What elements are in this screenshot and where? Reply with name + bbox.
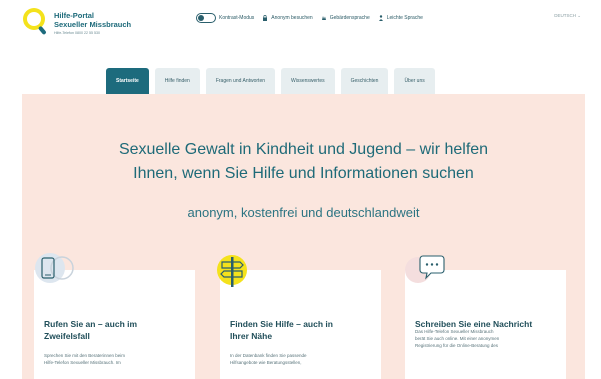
card-title: Rufen Sie an – auch im Zweifelsfall [44, 318, 185, 342]
sign-language-label: Gebärdensprache [329, 15, 370, 21]
card-text: Das Hilfe-Telefon Sexueller Missbrauch b… [415, 328, 556, 349]
hero-title-line1: Sexuelle Gewalt in Kindheit und Jugend –… [118, 141, 489, 158]
main-nav-tabs: Startseite Hilfe finden Fragen und Antwo… [106, 68, 435, 94]
hand-icon [321, 16, 326, 20]
hero-title: Sexuelle Gewalt in Kindheit und Jugend –… [22, 138, 585, 186]
chat-icon [405, 255, 445, 283]
easy-language-label: Leichte Sprache [386, 15, 423, 21]
card-title-line1: Finden Sie Hilfe – auch in [230, 319, 333, 329]
person-icon [378, 15, 383, 21]
phone-icon [35, 253, 74, 283]
card-text: Sprechen Sie mit den Beraterinnen beim H… [44, 352, 185, 366]
logo-title-line2: Sexueller Missbrauch [54, 20, 132, 29]
card-text-line1: Das Hilfe-Telefon Sexueller Missbrauch [415, 329, 494, 334]
toggle-switch-icon[interactable] [196, 13, 216, 23]
tab-ueber-uns[interactable]: Über uns [394, 68, 435, 94]
sign-language-link[interactable]: Gebärdensprache [321, 15, 370, 21]
anonymous-link[interactable]: Anonym besuchen [262, 15, 313, 21]
card-text-line1: In der Datenbank finden Sie passende [230, 353, 307, 358]
card-text: In der Datenbank finden Sie passende Hil… [230, 352, 371, 366]
card-text-line2: Hilfsangebote wie Beratungsstellen, [230, 360, 302, 365]
tab-wissenswertes[interactable]: Wissenswertes [281, 68, 335, 94]
logo-title-line1: Hilfe-Portal [54, 11, 95, 20]
hero-subtitle: anonym, kostenfrei und deutschlandweit [187, 205, 420, 220]
anonymous-label: Anonym besuchen [271, 15, 313, 21]
tab-startseite[interactable]: Startseite [106, 68, 149, 94]
card-title: Finden Sie Hilfe – auch in Ihrer Nähe [230, 318, 371, 342]
language-selector[interactable]: DEUTSCH ⌄ [554, 13, 581, 19]
utility-nav: Kontrast-Modus Anonym besuchen Gebärdens… [196, 11, 423, 25]
card-text-line2: berät Sie auch online. Mit einer anonyme… [415, 336, 500, 341]
tab-fragen-und-antworten[interactable]: Fragen und Antworten [205, 68, 276, 94]
tab-hilfe-finden[interactable]: Hilfe finden [154, 68, 200, 94]
tab-geschichten[interactable]: Geschichten [340, 68, 389, 94]
logo-subtitle: Hilfe-Telefon 0800 22 55 530 [54, 31, 100, 35]
logo-title: Hilfe-Portal Sexueller Missbrauch [54, 11, 131, 29]
site-header: Hilfe-Portal Sexueller Missbrauch Hilfe-… [0, 0, 601, 64]
hero-title-line2: Ihnen, wenn Sie Hilfe und Informationen … [133, 165, 474, 182]
signpost-icon [217, 255, 247, 287]
card-title-line2: Zweifelsfall [44, 331, 90, 341]
card-text-line1: Sprechen Sie mit den Beraterinnen beim [44, 353, 126, 358]
card-title-line1: Rufen Sie an – auch im [44, 319, 138, 329]
logo-magnifier-icon [23, 8, 46, 35]
lock-icon [263, 15, 268, 21]
card-text-line2: Hilfe-Telefon Sexueller Missbrauch. Im [44, 360, 121, 365]
contrast-toggle[interactable]: Kontrast-Modus [196, 13, 254, 23]
card-title-line2: Ihrer Nähe [230, 331, 273, 341]
card-text-line3: Registrierung für die Online-Beratung de… [415, 343, 499, 348]
card-write-message[interactable]: Schreiben Sie eine Nachricht Das Hilfe-T… [405, 270, 566, 379]
contrast-label: Kontrast-Modus [219, 15, 255, 21]
site-logo[interactable]: Hilfe-Portal Sexueller Missbrauch Hilfe-… [20, 5, 180, 41]
easy-language-link[interactable]: Leichte Sprache [378, 15, 423, 21]
